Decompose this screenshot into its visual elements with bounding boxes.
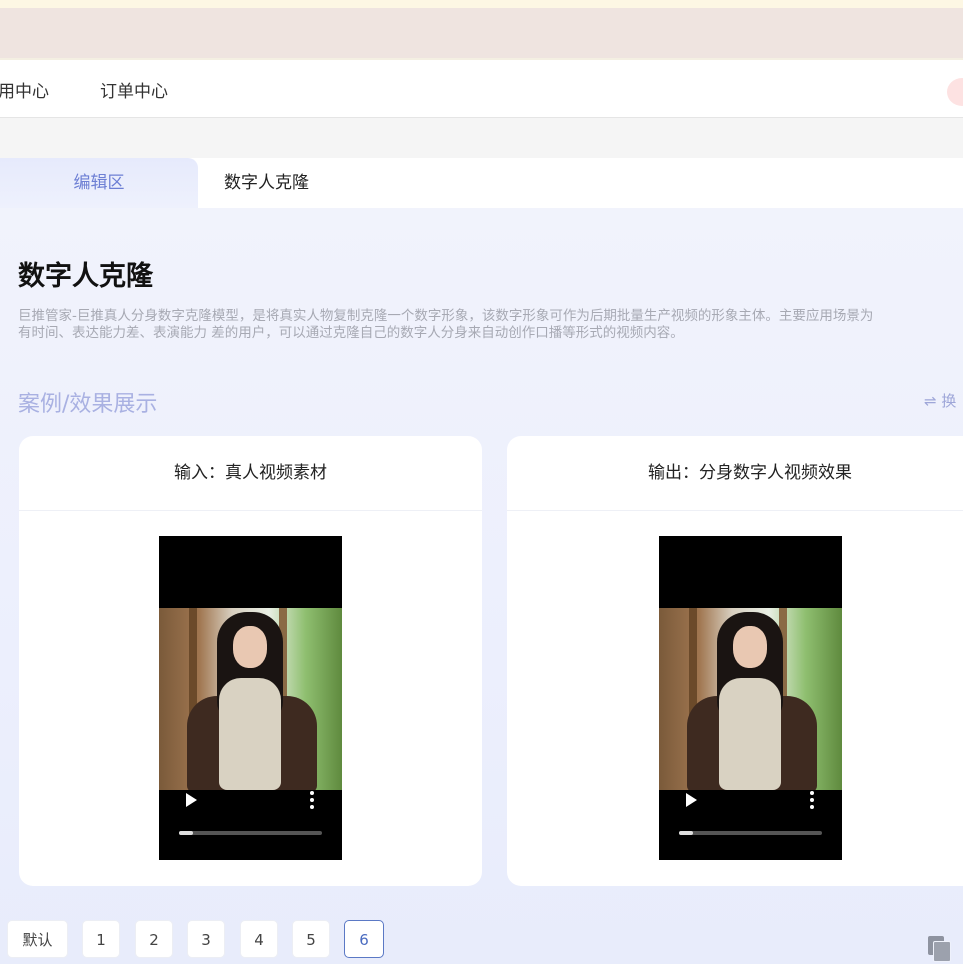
- tab-editor[interactable]: 编辑区: [0, 158, 198, 216]
- video-frame: [659, 608, 842, 790]
- video-frame: [159, 608, 342, 790]
- nav-item-app-center[interactable]: 用中心: [0, 77, 49, 102]
- input-card-header: 输入：真人视频素材: [19, 436, 482, 511]
- nav-item-order-center[interactable]: 订单中心: [100, 77, 168, 102]
- output-video-player[interactable]: [659, 536, 842, 860]
- dress-shape: [219, 678, 281, 790]
- description-line-2: 有时间、表达能力差、表演能力 差的用户，可以通过克隆自己的数字人分身来自动创作口…: [18, 325, 684, 341]
- more-vertical-icon[interactable]: [310, 791, 314, 809]
- showcase-title: 案例/效果展示: [18, 392, 158, 417]
- switch-button[interactable]: ⇌ 换: [924, 390, 956, 411]
- input-video-player[interactable]: [159, 536, 342, 860]
- page-button[interactable]: 1: [82, 920, 120, 958]
- more-vertical-icon[interactable]: [810, 791, 814, 809]
- top-strip: [0, 0, 963, 8]
- tab-digital-human-clone[interactable]: 数字人克隆: [224, 158, 309, 208]
- play-icon[interactable]: [186, 793, 197, 807]
- face-shape: [733, 626, 767, 668]
- page-button[interactable]: 2: [135, 920, 173, 958]
- input-card: 输入：真人视频素材: [19, 436, 482, 886]
- top-nav: 用中心 订单中心: [0, 60, 963, 118]
- page-button[interactable]: 5: [292, 920, 330, 958]
- spacer: [0, 118, 963, 158]
- progress-fill: [679, 831, 694, 835]
- play-icon[interactable]: [686, 793, 697, 807]
- page-button[interactable]: 4: [240, 920, 278, 958]
- page-title: 数字人克隆: [18, 261, 153, 292]
- output-card-header: 输出：分身数字人视频效果: [507, 436, 963, 511]
- video-progress-bar[interactable]: [679, 831, 822, 835]
- page-button-active[interactable]: 6: [344, 920, 384, 958]
- avatar[interactable]: [947, 78, 963, 106]
- face-shape: [233, 626, 267, 668]
- dress-shape: [719, 678, 781, 790]
- notice-banner: [0, 8, 963, 60]
- default-button[interactable]: 默认: [7, 920, 68, 958]
- main-content: 数字人克隆 巨推管家-巨推真人分身数字克隆模型，是将真实人物复制克隆一个数字形象…: [0, 208, 963, 964]
- output-card: 输出：分身数字人视频效果: [507, 436, 963, 886]
- page-button[interactable]: 3: [187, 920, 225, 958]
- video-progress-bar[interactable]: [179, 831, 322, 835]
- progress-fill: [179, 831, 194, 835]
- page-description: 巨推管家-巨推真人分身数字克隆模型，是将真实人物复制克隆一个数字形象，该数字形象…: [18, 308, 963, 342]
- tab-bar: 编辑区 数字人克隆: [0, 158, 963, 216]
- description-line-1: 巨推管家-巨推真人分身数字克隆模型，是将真实人物复制克隆一个数字形象，该数字形象…: [18, 308, 874, 324]
- pagination: 默认 1 2 3 4 5 6: [0, 920, 963, 962]
- copy-icon[interactable]: [928, 936, 951, 962]
